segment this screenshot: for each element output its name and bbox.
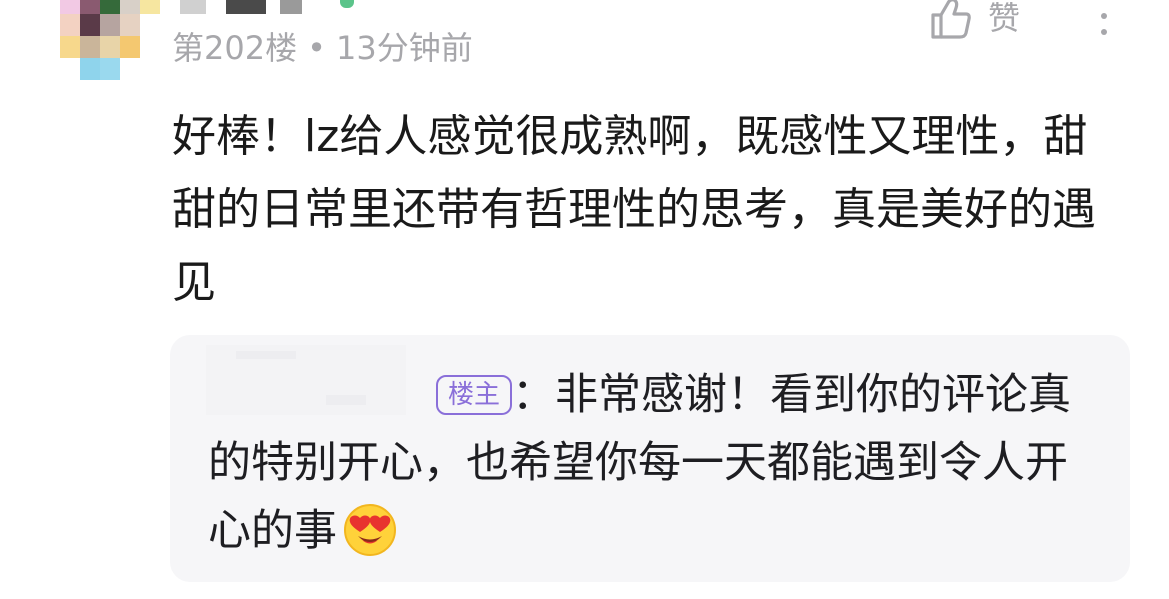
floor-number: 第202楼 [172,29,298,67]
comment-meta: 第202楼 • 13分钟前 [172,28,473,68]
heart-eyes-emoji-icon [344,504,396,556]
reply-box[interactable]: 楼主 ：非常感谢！看到你的评论真的特别开心，也希望你每一天都能遇到令人开心的事 [170,335,1130,582]
reply-text: 非常感谢！看到你的评论真的特别开心，也希望你每一天都能遇到令人开心的事 [208,370,1072,556]
meta-separator: • [307,29,326,67]
owner-badge: 楼主 [436,375,513,415]
comment-time: 13分钟前 [335,29,473,67]
avatar[interactable] [40,0,160,80]
username-redacted[interactable] [180,0,354,14]
thumbs-up-icon [931,0,971,39]
more-options-button[interactable] [1092,4,1116,44]
comment-text: 好棒！lz给人感觉很成熟啊，既感性又理性，甜甜的日常里还带有哲理性的思考，真是美… [172,111,1096,308]
reply-colon: ： [512,370,556,420]
reply-content: 楼主 ：非常感谢！看到你的评论真的特别开心，也希望你每一天都能遇到令人开心的事 [208,361,1088,565]
like-label: 赞 [988,0,1021,37]
like-button[interactable]: 赞 [928,0,1020,42]
more-vertical-icon [1101,13,1107,35]
